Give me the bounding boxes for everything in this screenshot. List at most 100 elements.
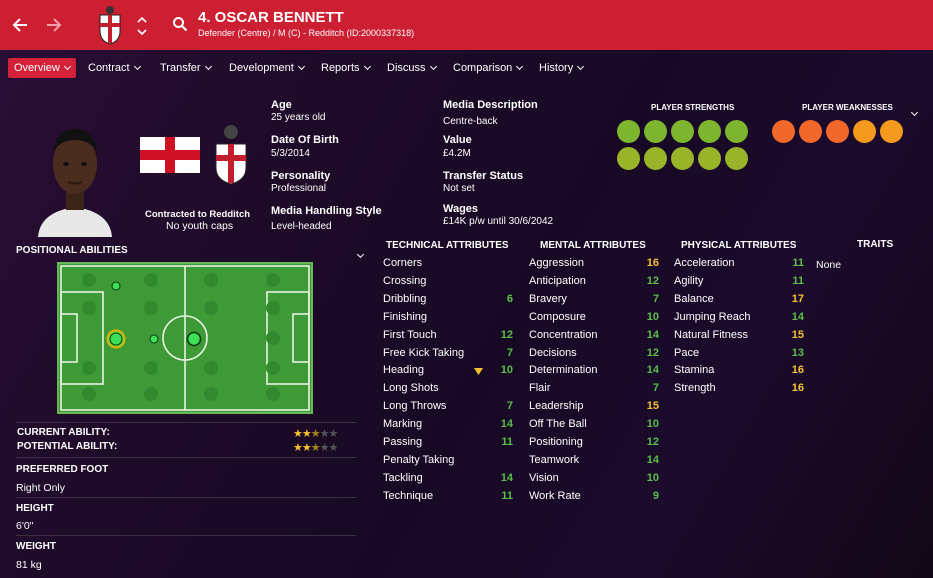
head-icon[interactable]: [617, 120, 640, 143]
tab-contract[interactable]: Contract: [88, 58, 141, 78]
attribute-name[interactable]: Vision: [529, 472, 559, 484]
attribute-name[interactable]: Balance: [674, 293, 714, 305]
player-header: 4. OSCAR BENNETT Defender (Centre) / M (…: [0, 0, 933, 50]
ball-warning-icon[interactable]: [772, 120, 795, 143]
attribute-name[interactable]: Technique: [383, 490, 433, 502]
attribute-name[interactable]: Anticipation: [529, 275, 586, 287]
stopwatch-icon[interactable]: [698, 120, 721, 143]
mental-title: MENTAL ATTRIBUTES: [540, 240, 646, 251]
tab-overview[interactable]: Overview: [8, 58, 76, 78]
attribute-value: 11: [792, 274, 804, 287]
tab-transfer[interactable]: Transfer: [160, 58, 212, 78]
personality-label: Personality: [271, 170, 331, 182]
attribute-name[interactable]: Flair: [529, 382, 550, 394]
attribute-name[interactable]: Dribbling: [383, 293, 426, 305]
value-value: £4.2M: [443, 148, 471, 159]
attribute-value: 14: [646, 364, 659, 377]
attribute-name[interactable]: Agility: [674, 275, 703, 287]
attribute-name[interactable]: Strength: [674, 382, 716, 394]
attribute-value: 10: [646, 471, 659, 484]
attribute-name[interactable]: Bravery: [529, 293, 567, 305]
attribute-name[interactable]: Corners: [383, 257, 422, 269]
tab-label: Overview: [14, 62, 60, 74]
attribute-name[interactable]: Decisions: [529, 347, 577, 359]
chevron-down-icon[interactable]: [910, 108, 919, 117]
chevron-down-icon: [133, 62, 141, 71]
age-value: 25 years old: [271, 112, 326, 123]
attribute-name[interactable]: Crossing: [383, 275, 426, 287]
chevron-down-icon: [516, 62, 524, 71]
attribute-name[interactable]: Long Throws: [383, 400, 446, 412]
attribute-value: 11: [792, 257, 804, 269]
attribute-name[interactable]: Heading: [383, 364, 424, 376]
dob-value: 5/3/2014: [271, 148, 310, 159]
tab-history[interactable]: History: [539, 58, 585, 78]
handshake-icon[interactable]: [671, 147, 694, 170]
attribute-name[interactable]: Leadership: [529, 400, 583, 412]
forward-arrow-icon[interactable]: [44, 15, 64, 35]
tab-label: Comparison: [453, 62, 513, 74]
attribute-name[interactable]: Pace: [674, 347, 699, 359]
flask-icon[interactable]: [880, 120, 903, 143]
attribute-name[interactable]: Determination: [529, 364, 597, 376]
attribute-value: 14: [500, 418, 513, 431]
attribute-name[interactable]: Stamina: [674, 364, 714, 376]
pitch-icon[interactable]: [698, 147, 721, 170]
attribute-name[interactable]: Penalty Taking: [383, 454, 454, 466]
media-description-value: Centre-back: [443, 116, 498, 127]
attribute-name[interactable]: Teamwork: [529, 454, 579, 466]
attribute-name[interactable]: Passing: [383, 436, 422, 448]
club-crest-icon: [96, 5, 124, 45]
chevron-down-icon: [577, 62, 585, 71]
attribute-name[interactable]: Acceleration: [674, 257, 735, 269]
star-icon[interactable]: [725, 120, 748, 143]
preferred-foot-label: PREFERRED FOOT: [16, 464, 109, 475]
attribute-name[interactable]: Tackling: [383, 472, 423, 484]
wages-label: Wages: [443, 203, 479, 215]
current-ability-label: CURRENT ABILITY:: [17, 427, 110, 438]
attribute-value: 10: [500, 364, 513, 377]
chart-up-icon[interactable]: [617, 147, 640, 170]
attribute-name[interactable]: Natural Fitness: [674, 329, 748, 341]
tab-label: Discuss: [387, 62, 426, 74]
attribute-value: 7: [652, 292, 659, 305]
england-flag-icon: [140, 137, 200, 173]
attribute-name[interactable]: Jumping Reach: [674, 311, 750, 323]
boot-icon[interactable]: [826, 120, 849, 143]
plus-icon[interactable]: [799, 120, 822, 143]
shield-chevron-icon[interactable]: [853, 120, 876, 143]
attribute-name[interactable]: First Touch: [383, 329, 437, 341]
attribute-name[interactable]: Free Kick Taking: [383, 347, 464, 359]
player-photo: [30, 112, 120, 237]
chevron-down-icon[interactable]: [357, 250, 365, 259]
tab-discuss[interactable]: Discuss: [387, 58, 437, 78]
target-icon[interactable]: [671, 120, 694, 143]
tab-reports[interactable]: Reports: [321, 58, 371, 78]
player-switch-chevrons[interactable]: [137, 15, 147, 36]
bandage-icon[interactable]: [644, 147, 667, 170]
cone-icon[interactable]: [644, 120, 667, 143]
weaknesses-title: PLAYER WEAKNESSES: [802, 103, 893, 112]
back-arrow-icon[interactable]: [10, 15, 30, 35]
preferred-foot-value: Right Only: [16, 482, 66, 494]
age-label: Age: [271, 99, 292, 111]
tab-comparison[interactable]: Comparison: [453, 58, 524, 78]
attribute-name[interactable]: Long Shots: [383, 382, 439, 394]
attribute-name[interactable]: Aggression: [529, 257, 584, 269]
attribute-name[interactable]: Concentration: [529, 329, 598, 341]
height-value: 6'0": [16, 520, 34, 532]
tab-development[interactable]: Development: [229, 58, 305, 78]
attribute-name[interactable]: Work Rate: [529, 490, 581, 502]
search-icon[interactable]: [172, 16, 188, 32]
attribute-name[interactable]: Positioning: [529, 436, 583, 448]
personality-value: Professional: [271, 183, 327, 194]
attribute-name[interactable]: Marking: [383, 418, 422, 430]
attribute-name[interactable]: Off The Ball: [529, 418, 587, 430]
attribute-name[interactable]: Finishing: [383, 311, 427, 323]
clipboard-icon[interactable]: [725, 147, 748, 170]
player-subtitle: Defender (Centre) / M (C) - Redditch (ID…: [198, 28, 415, 38]
traits-value: None: [816, 259, 842, 271]
value-label: Value: [443, 134, 472, 146]
attribute-name[interactable]: Composure: [529, 311, 586, 323]
tab-label: History: [539, 62, 574, 74]
